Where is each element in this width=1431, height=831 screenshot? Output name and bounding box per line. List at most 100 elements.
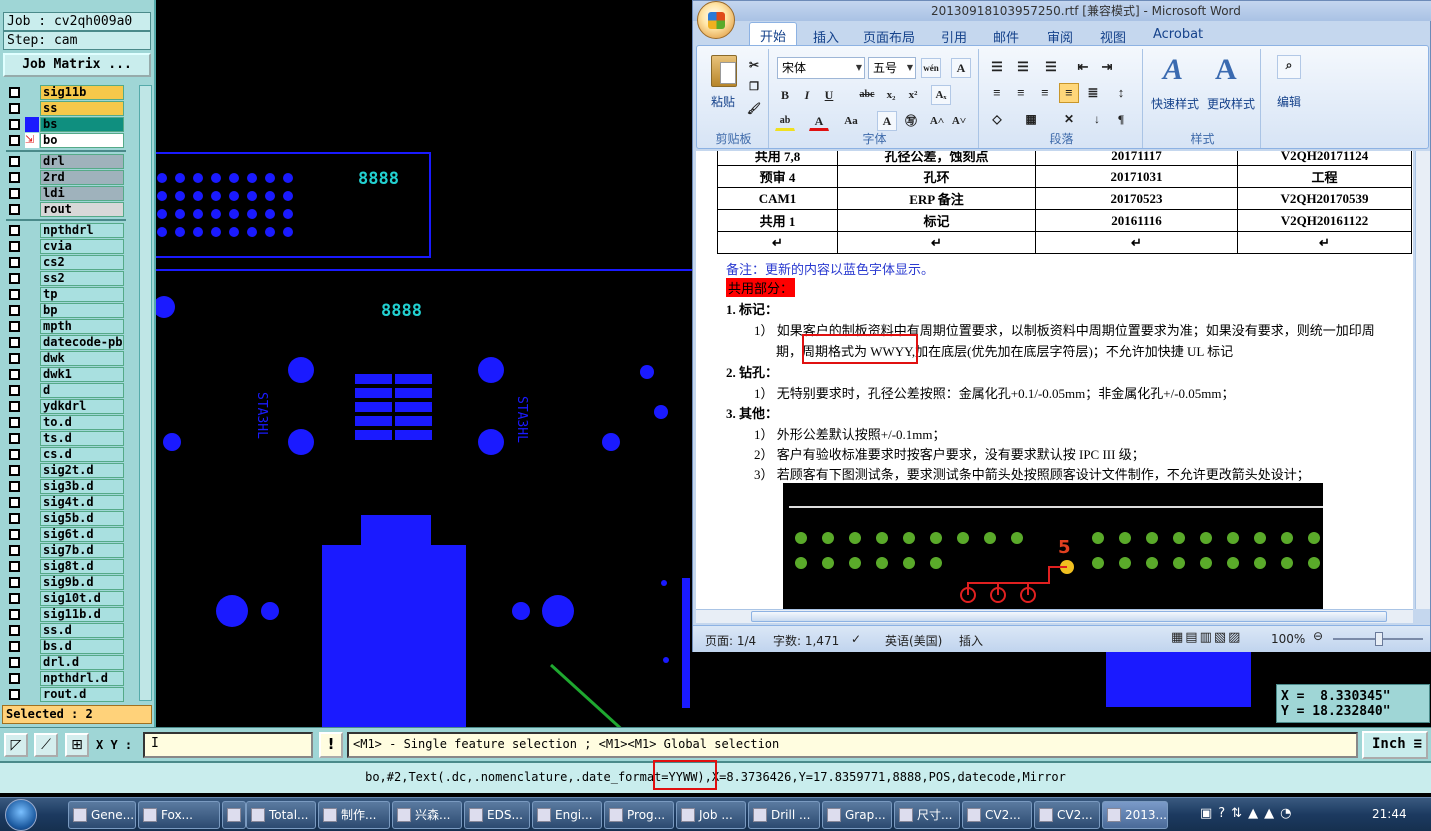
document-page[interactable]: 共用 7,8 孔径公差，蚀刻点 20171117 V2QH20171124 预审 4 孔环… [696,151,1413,609]
layer-color-swatch[interactable] [25,559,39,574]
layer-checkbox[interactable] [9,337,20,348]
layer-name[interactable]: d [40,383,124,398]
asian-layout-icon[interactable]: ✕ [1059,109,1079,129]
align-left-icon[interactable]: ≡ [987,83,1007,103]
format-painter-icon[interactable]: 🖌 [744,99,764,119]
layer-checkbox[interactable] [9,465,20,476]
layer-name[interactable]: sig11b.d [40,607,124,622]
measure-tool-icon[interactable]: ⟋ [34,733,58,757]
grow-shrink-font-icon[interactable]: A˄ [927,111,947,131]
layer-color-swatch[interactable] [25,383,39,398]
distributed-icon[interactable]: ≣ [1083,83,1103,103]
proofing-icon[interactable]: ✓ [851,632,861,646]
layer-color-swatch[interactable] [25,335,39,350]
increase-indent-icon[interactable]: ⇥ [1097,57,1117,77]
layer-name[interactable]: cs2 [40,255,124,270]
layer-row[interactable]: sig6t.d [3,527,138,542]
layer-checkbox[interactable] [9,385,20,396]
align-right-icon[interactable]: ≡ [1035,83,1055,103]
layer-color-swatch[interactable] [25,351,39,366]
change-styles-button[interactable]: 更改样式 [1203,95,1259,112]
bold-icon[interactable]: B [775,85,795,105]
layer-checkbox[interactable] [9,401,20,412]
tab-acrobat[interactable]: Acrobat [1143,25,1213,44]
layer-name[interactable]: tp [40,287,124,302]
table-cell[interactable]: ↵ [1237,231,1412,254]
underline-icon[interactable]: U [819,85,839,105]
taskbar-item[interactable]: Total... [246,801,316,829]
layer-row[interactable]: sig8t.d [3,559,138,574]
layer-name[interactable]: mpth [40,319,124,334]
layer-row[interactable]: d [3,383,138,398]
cut-icon[interactable]: ✂ [744,55,764,75]
insert-mode[interactable]: 插入 [959,632,983,649]
font-name-combo[interactable]: 宋体 ▼ [777,57,865,79]
layer-name[interactable]: ydkdrl [40,399,124,414]
taskbar-item[interactable]: 兴森... [392,801,462,829]
page-count[interactable]: 页面: 1/4 [705,632,756,649]
view-buttons-icon[interactable]: ▦▤▥▧▨ [1171,630,1242,645]
layer-color-swatch[interactable] [25,543,39,558]
layer-row[interactable]: sig5b.d [3,511,138,526]
layer-name[interactable]: dwk1 [40,367,124,382]
align-center-icon[interactable]: ≡ [1011,83,1031,103]
layer-checkbox[interactable] [9,641,20,652]
layer-checkbox[interactable] [9,119,20,130]
scroll-thumb[interactable] [751,611,1387,622]
enclose-char-icon[interactable]: ㊢ [901,111,921,131]
table-cell[interactable]: 工程 [1237,165,1412,188]
layer-row[interactable]: ⇲ bo [3,133,138,148]
layer-checkbox[interactable] [9,289,20,300]
grow-font-icon[interactable]: wén [921,58,941,78]
layer-color-swatch[interactable] [25,431,39,446]
layer-row[interactable]: npthdrl [3,223,138,238]
layer-name[interactable]: ldi [40,186,124,201]
layer-color-swatch[interactable] [25,202,39,217]
layer-name[interactable]: ss.d [40,623,124,638]
layer-color-swatch[interactable] [25,255,39,270]
layer-row[interactable]: ydkdrl [3,399,138,414]
layer-color-swatch[interactable] [25,687,39,702]
table-cell[interactable]: 20171031 [1035,165,1238,188]
layer-name[interactable]: sig8t.d [40,559,124,574]
layer-color-swatch[interactable] [25,367,39,382]
italic-icon[interactable]: I [797,85,817,105]
layer-row[interactable]: rout.d [3,687,138,702]
start-button[interactable] [5,799,37,831]
table-cell[interactable]: CAM1 [717,187,838,210]
taskbar-item[interactable]: Drill ... [748,801,820,829]
layer-checkbox[interactable] [9,529,20,540]
layer-row[interactable]: drl.d [3,655,138,670]
layer-row[interactable]: ss.d [3,623,138,638]
table-cell[interactable]: ↵ [837,231,1036,254]
layer-name[interactable]: bs [40,117,124,132]
font-color-icon[interactable]: A [809,111,829,131]
layer-name[interactable]: cs.d [40,447,124,462]
layer-row[interactable]: sig9b.d [3,575,138,590]
zoom-level[interactable]: 100% [1271,632,1305,646]
layer-color-swatch[interactable] [25,575,39,590]
layer-color-swatch[interactable] [25,463,39,478]
layer-color-swatch[interactable] [25,591,39,606]
layer-checkbox[interactable] [9,689,20,700]
table-cell[interactable]: V2QH20161122 [1237,209,1412,232]
layer-row[interactable]: sig11b [3,85,138,100]
font-size-combo[interactable]: 五号 ▼ [868,57,916,79]
alert-button[interactable]: ! [319,732,343,758]
layer-color-swatch[interactable] [25,303,39,318]
layer-color-swatch[interactable] [25,511,39,526]
layer-name[interactable]: ss2 [40,271,124,286]
table-cell[interactable]: ↵ [1035,231,1238,254]
layer-color-swatch[interactable] [25,655,39,670]
layer-name[interactable]: sig5b.d [40,511,124,526]
layer-color-swatch[interactable] [25,639,39,654]
layer-checkbox[interactable] [9,257,20,268]
layer-color-swatch[interactable] [25,223,39,238]
numbering-icon[interactable]: ☰ [1013,57,1033,77]
layer-name[interactable]: npthdrl.d [40,671,124,686]
layer-row[interactable]: to.d [3,415,138,430]
layer-checkbox[interactable] [9,241,20,252]
layer-checkbox[interactable] [9,305,20,316]
layer-color-swatch[interactable] [25,319,39,334]
copy-icon[interactable]: ❐ [744,77,764,97]
